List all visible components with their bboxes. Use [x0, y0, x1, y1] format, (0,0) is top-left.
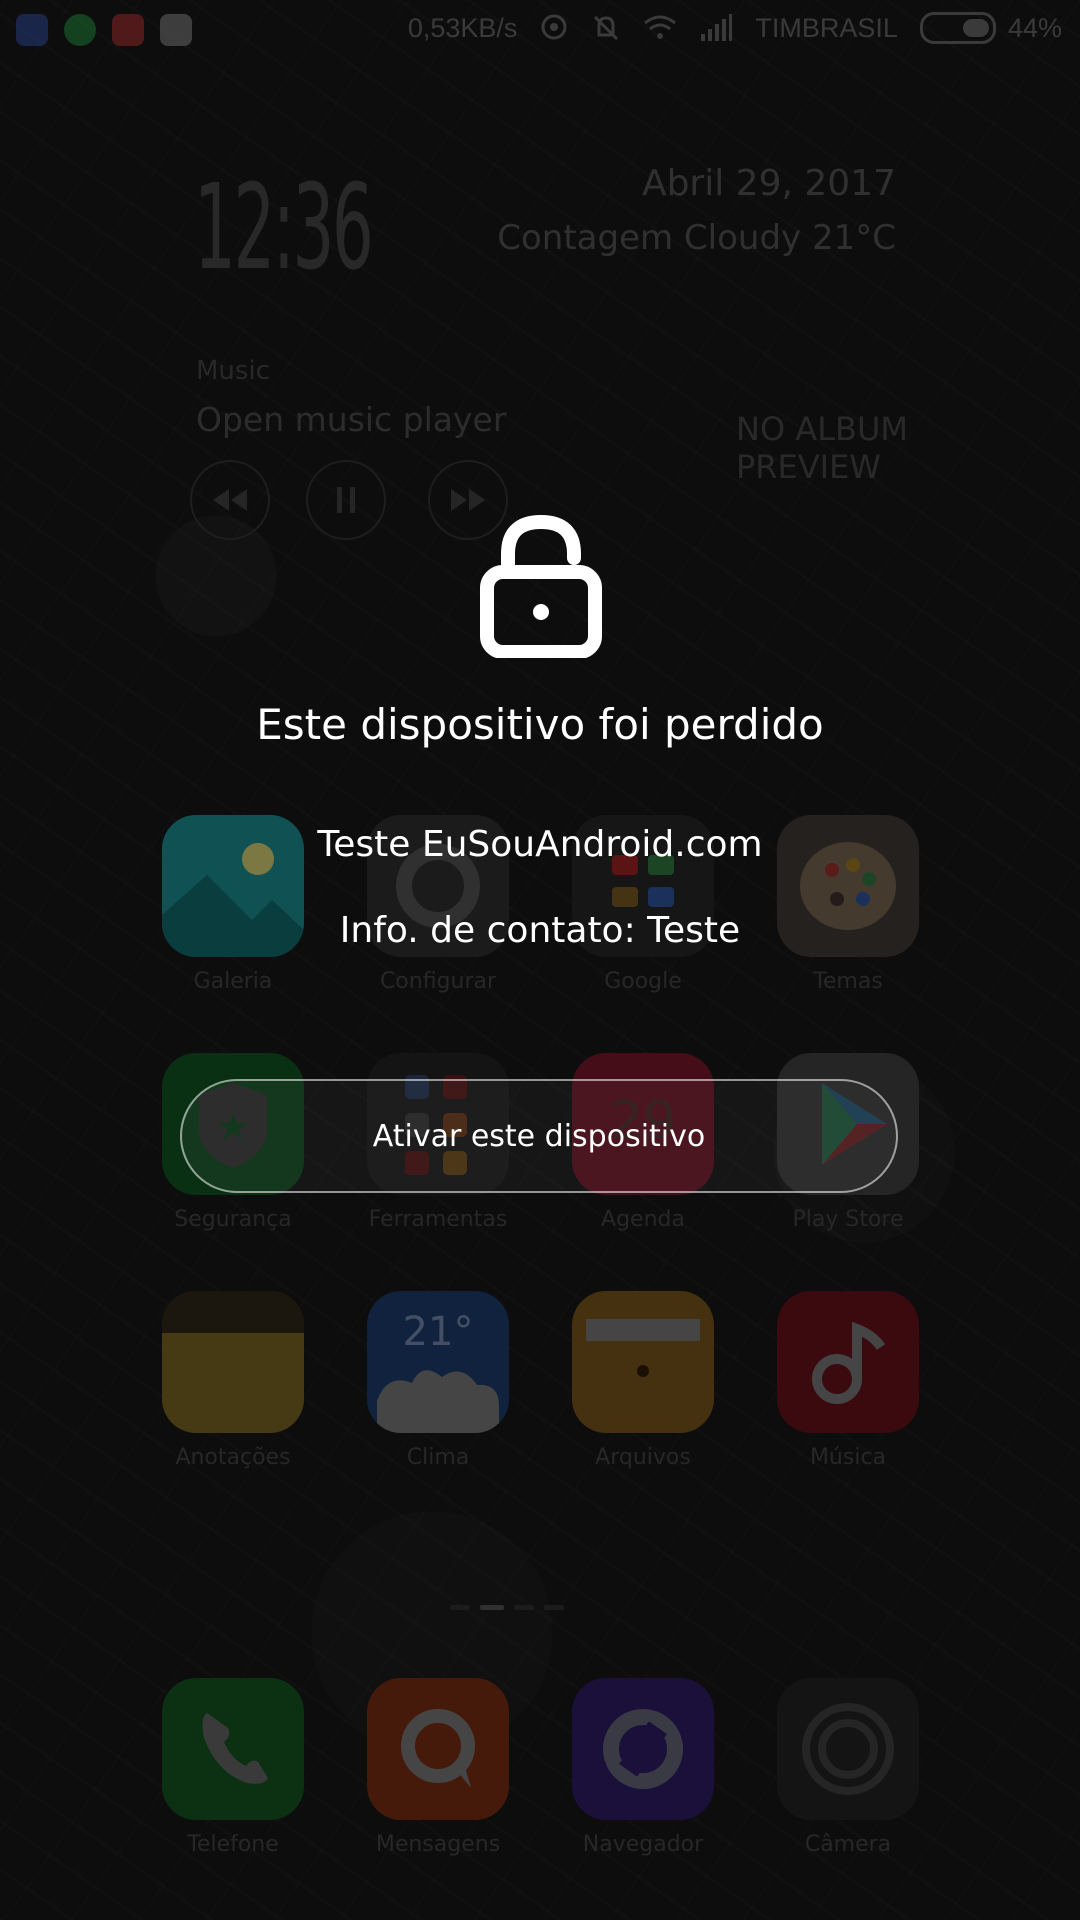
unlock-icon — [480, 512, 602, 662]
lost-device-message: Teste EuSouAndroid.com — [317, 824, 763, 865]
lost-device-contact: Info. de contato: Teste — [339, 910, 741, 951]
screen-dim-overlay — [0, 0, 1080, 1920]
lost-device-title: Este dispositivo foi perdido — [256, 700, 824, 749]
activate-device-button[interactable]: Ativar este dispositivo — [180, 1079, 898, 1193]
